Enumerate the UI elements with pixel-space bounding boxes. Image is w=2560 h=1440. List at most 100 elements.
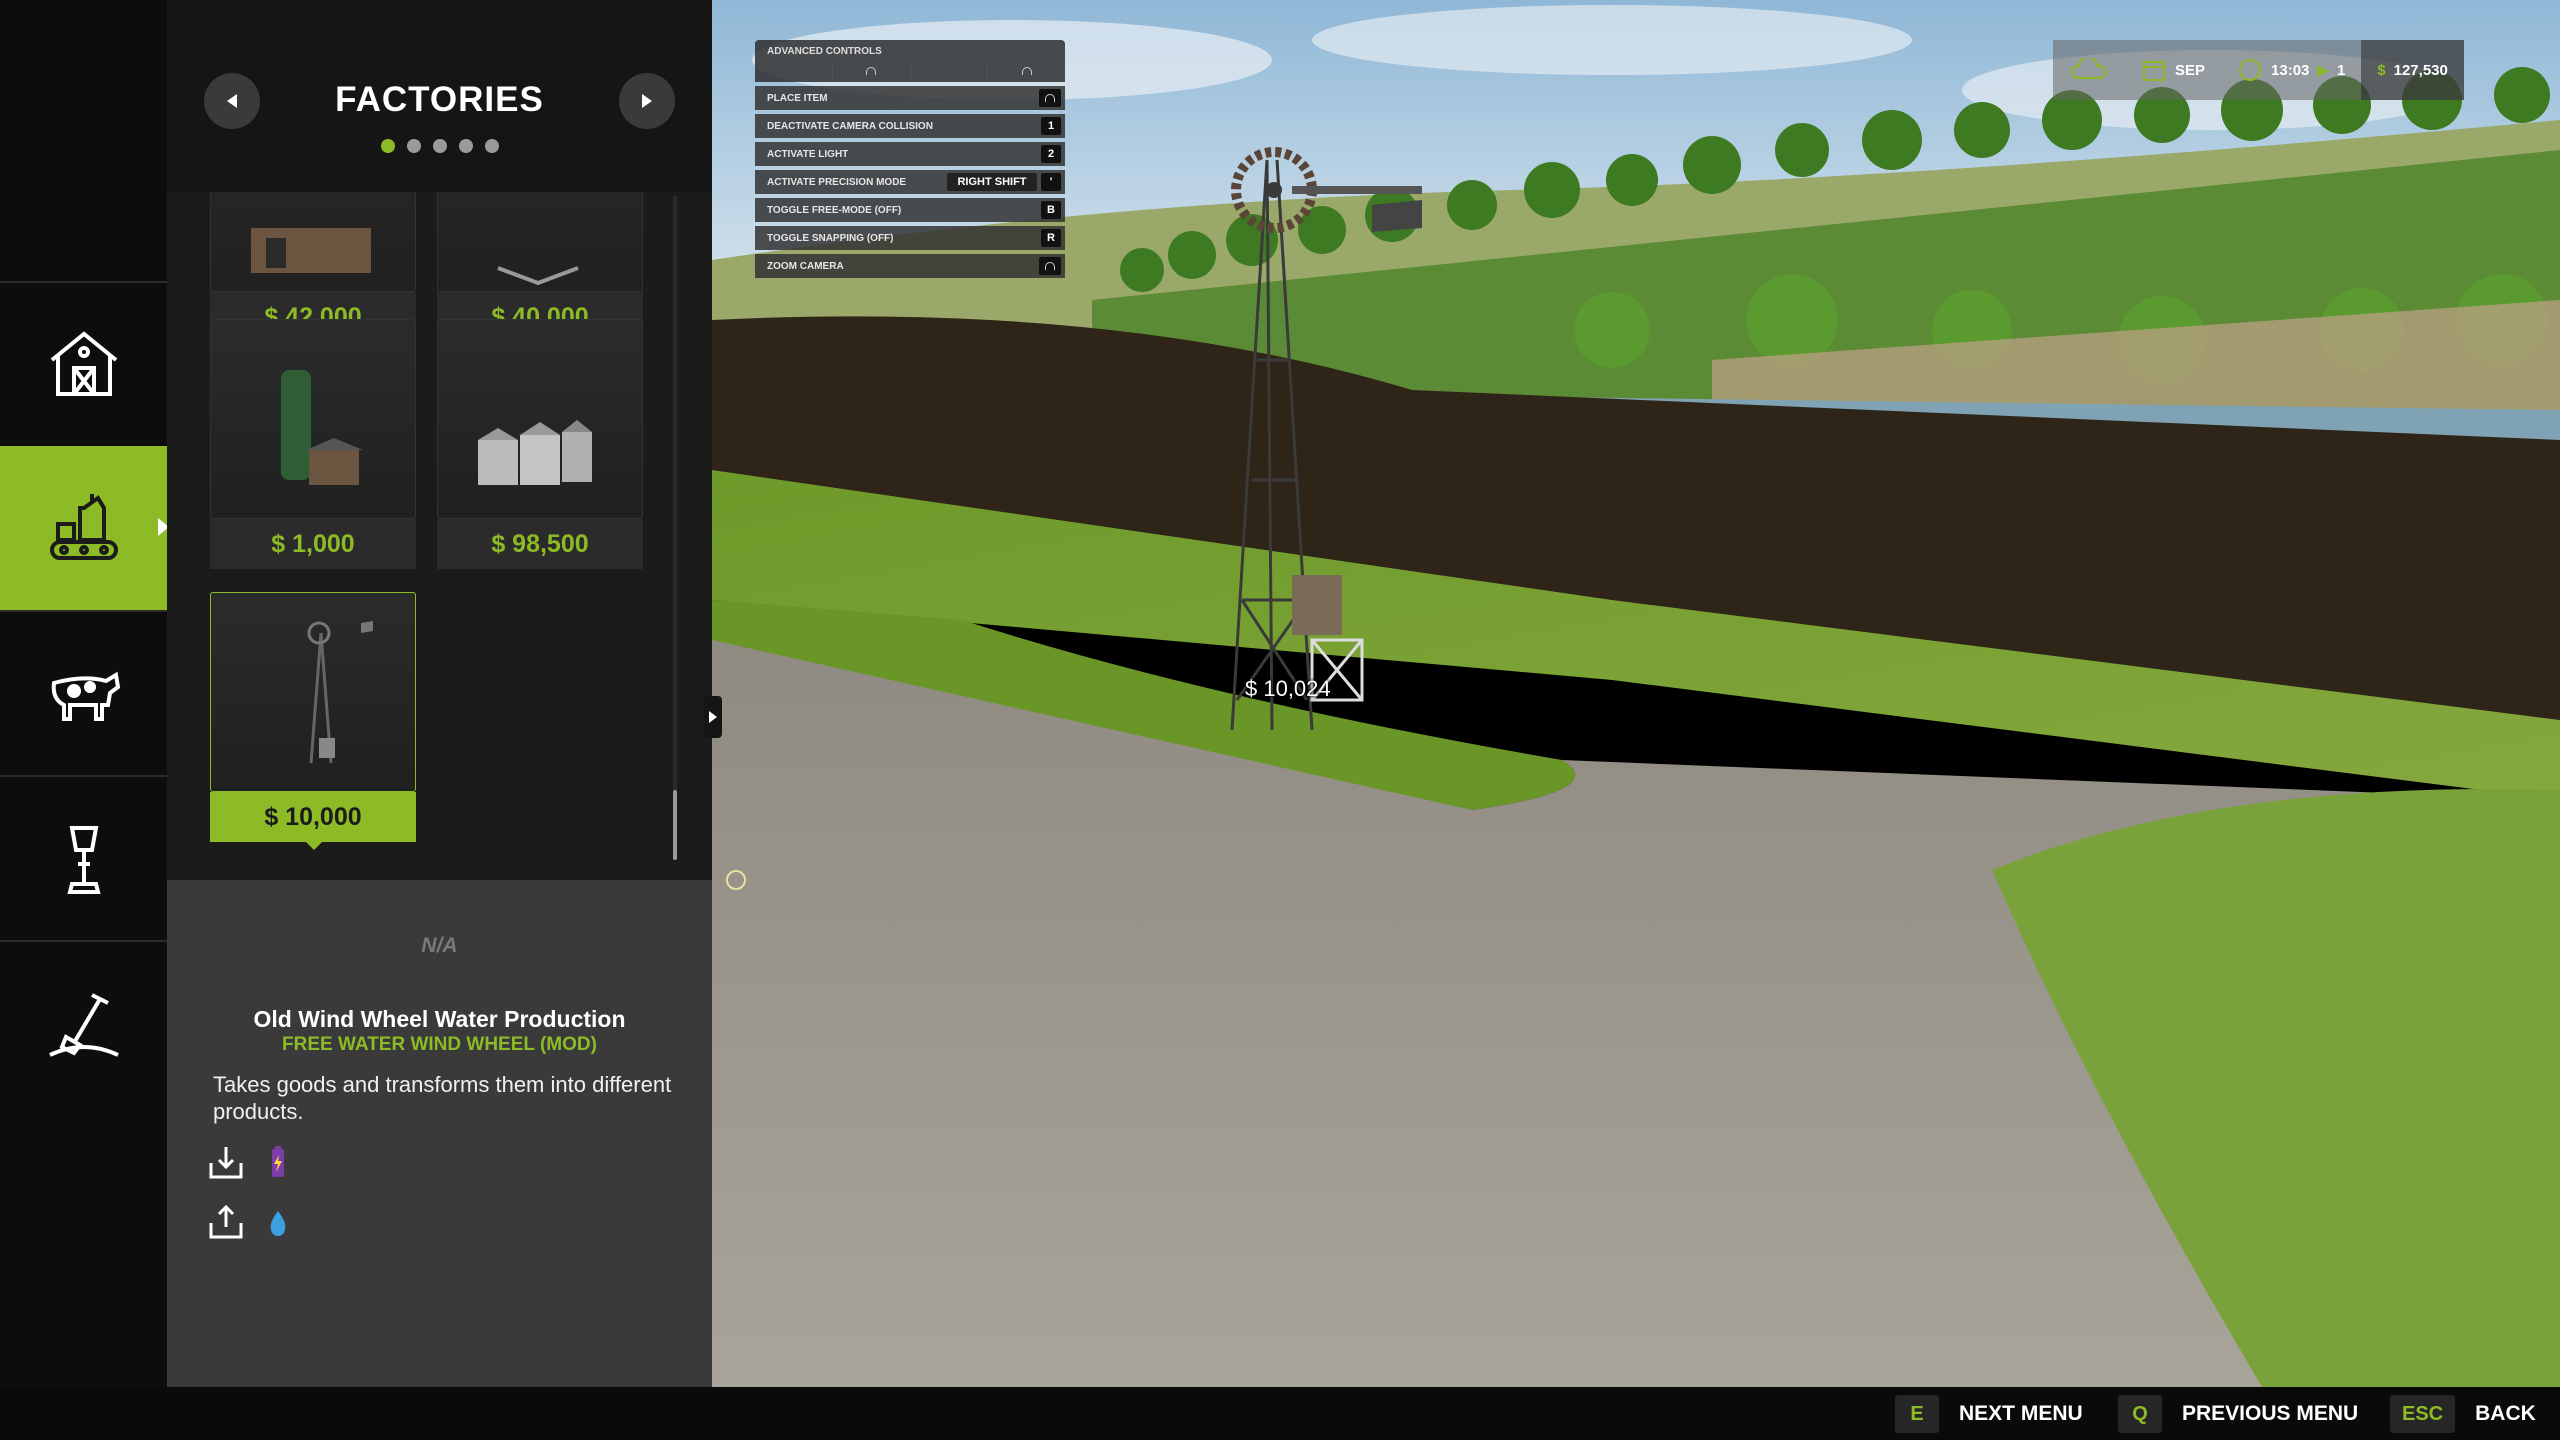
header-slot — [911, 62, 989, 80]
header-slot — [755, 62, 833, 80]
control-label: ACTIVATE LIGHT — [767, 148, 849, 160]
controls-header: ADVANCED CONTROLS — [755, 40, 1065, 82]
mouse-icon — [866, 67, 877, 75]
output-row — [207, 1202, 297, 1242]
hint-key: Q — [2118, 1395, 2162, 1433]
item-thumbnail — [437, 319, 643, 519]
hud-stats: SEP 13:03 ▶ 1 $ 127,530 — [2053, 40, 2464, 100]
control-label: ZOOM CAMERA — [767, 260, 844, 272]
store-item-card-selected[interactable]: $ 10,000 — [210, 592, 416, 858]
water-drop-icon — [270, 1211, 286, 1236]
weather-display — [2053, 40, 2125, 100]
control-label: TOGGLE SNAPPING (OFF) — [767, 232, 894, 244]
hint-key: E — [1895, 1395, 1939, 1433]
clock-icon — [2239, 59, 2262, 81]
control-snapping[interactable]: TOGGLE SNAPPING (OFF) R — [755, 226, 1065, 250]
cloud-icon — [2070, 58, 2107, 79]
store-panel: FACTORIES $ 42,000 $ 40,000 $ 1,000 $ 98… — [167, 0, 722, 1387]
collapse-panel-button[interactable] — [704, 696, 722, 738]
rail-item-productions[interactable] — [0, 446, 169, 610]
control-zoom-camera[interactable]: ZOOM CAMERA — [755, 254, 1065, 278]
item-name: Old Wind Wheel Water Production — [253, 1006, 626, 1032]
control-key: 2 — [1041, 145, 1061, 163]
bottom-hint-bar: E NEXT MENU Q PREVIOUS MENU ESC BACK — [0, 1387, 2560, 1440]
panel-header: FACTORIES — [167, 0, 712, 192]
store-item-card[interactable]: $ 1,000 — [210, 319, 416, 589]
header-slot — [988, 62, 1065, 80]
control-label: DEACTIVATE CAMERA COLLISION — [767, 120, 933, 132]
date-display: SEP — [2125, 40, 2222, 100]
mouse-icon — [1045, 262, 1055, 270]
farmhouse-icon — [50, 331, 117, 396]
input-row — [207, 1142, 297, 1182]
control-precision-mode[interactable]: ACTIVATE PRECISION MODE RIGHT SHIFT ' — [755, 170, 1065, 194]
item-price: $ 1,000 — [210, 519, 416, 569]
time-speed: 1 — [2336, 61, 2346, 79]
category-rail — [0, 0, 169, 1387]
next-category-button[interactable] — [619, 73, 675, 129]
item-mod-name: FREE WATER WIND WHEEL (MOD) — [282, 1034, 597, 1055]
input-tray-icon — [209, 1147, 243, 1179]
cow-icon — [51, 671, 120, 721]
page-dot[interactable] — [484, 139, 499, 153]
selected-caret — [306, 842, 322, 850]
rail-item-buildings[interactable] — [0, 281, 167, 445]
arrow-right-icon — [642, 94, 652, 108]
mouse-icon — [1045, 94, 1055, 102]
control-label: ACTIVATE PRECISION MODE — [767, 176, 907, 188]
hint-key: ESC — [2390, 1395, 2456, 1433]
rail-item-animals[interactable] — [0, 610, 167, 774]
page-dot[interactable] — [406, 139, 421, 153]
page-dot[interactable] — [432, 139, 447, 153]
item-thumbnail — [210, 592, 416, 792]
control-place-item[interactable]: PLACE ITEM — [755, 86, 1065, 110]
hint-back[interactable]: ESC BACK — [2390, 1395, 2536, 1433]
mouse-icon — [1021, 67, 1032, 75]
item-description: Takes goods and transforms them into dif… — [213, 1072, 672, 1124]
control-key-alt: RIGHT SHIFT — [947, 173, 1037, 191]
page-dot[interactable] — [458, 139, 473, 153]
control-key — [1039, 257, 1061, 275]
control-key: B — [1041, 201, 1061, 219]
rail-item-landscaping[interactable] — [0, 940, 167, 1104]
store-item-card[interactable]: $ 98,500 — [437, 319, 643, 589]
item-thumbnail — [210, 319, 416, 519]
output-tray-icon — [209, 1204, 243, 1239]
rail-item-decoration[interactable] — [0, 775, 167, 939]
lamp-post-icon — [66, 826, 101, 894]
hint-label: NEXT MENU — [1959, 1402, 2083, 1425]
hint-next-menu[interactable]: E NEXT MENU — [1895, 1395, 2083, 1433]
page-indicator — [167, 139, 712, 153]
controls-title: ADVANCED CONTROLS — [767, 46, 882, 57]
control-label: TOGGLE FREE-MODE (OFF) — [767, 204, 902, 216]
time-display: 13:03 ▶ 1 — [2221, 40, 2362, 100]
battery-icon — [272, 1146, 284, 1177]
time-label: 13:03 — [2271, 61, 2310, 79]
placement-price-label: $ 10,024 — [1245, 676, 1331, 701]
play-speed-icon: ▶ — [2317, 62, 2329, 79]
page-dot[interactable] — [380, 139, 395, 153]
item-price: $ 10,000 — [210, 792, 416, 842]
store-item-grid: $ 42,000 $ 40,000 $ 1,000 $ 98,500 $ 10,… — [167, 192, 687, 858]
control-activate-light[interactable]: ACTIVATE LIGHT 2 — [755, 142, 1065, 166]
month-label: SEP — [2175, 61, 2206, 79]
item-price: $ 98,500 — [437, 519, 643, 569]
control-key: ' — [1041, 173, 1061, 191]
shovel-icon — [48, 993, 119, 1057]
item-info-panel: N/A Old Wind Wheel Water Production FREE… — [167, 880, 712, 1387]
factory-conveyor-icon — [49, 494, 118, 560]
hint-label: PREVIOUS MENU — [2182, 1402, 2359, 1425]
header-slot — [833, 62, 911, 80]
scrollbar-thumb[interactable] — [673, 790, 677, 860]
control-key: R — [1041, 229, 1061, 247]
hint-previous-menu[interactable]: Q PREVIOUS MENU — [2118, 1395, 2358, 1433]
control-camera-collision[interactable]: DEACTIVATE CAMERA COLLISION 1 — [755, 114, 1065, 138]
arrow-right-icon — [709, 711, 717, 723]
control-free-mode[interactable]: TOGGLE FREE-MODE (OFF) B — [755, 198, 1065, 222]
controls-header-icons — [755, 62, 1065, 80]
item-list-scrollbar[interactable] — [673, 196, 677, 860]
money-amount: 127,530 — [2393, 61, 2448, 79]
hint-label: BACK — [2475, 1402, 2536, 1425]
money-display: $ 127,530 — [2361, 40, 2464, 100]
calendar-icon — [2143, 61, 2165, 81]
